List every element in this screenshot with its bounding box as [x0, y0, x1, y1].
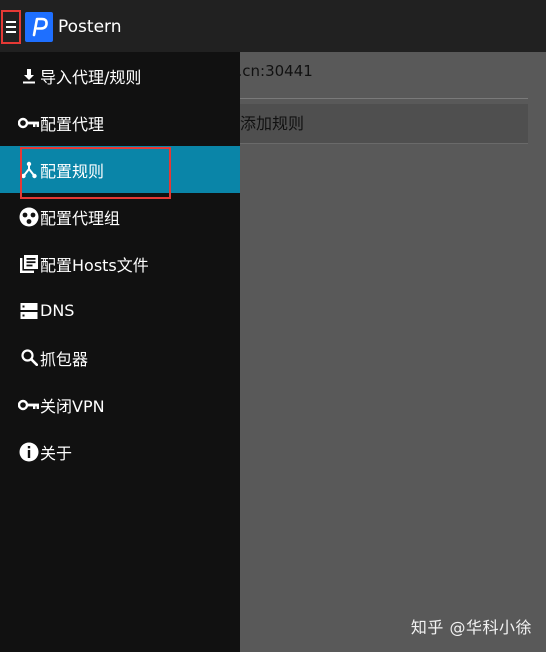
drawer-item-label: 关闭VPN — [40, 396, 105, 416]
drawer-item-label: 配置代理组 — [40, 208, 121, 228]
navigation-drawer: 导入代理/规则 配置代理 配置规则 配置代理组 配置Hosts文件 DNS 抓包… — [0, 52, 240, 652]
key-icon — [18, 112, 40, 134]
add-rule-button[interactable]: 添加规则 — [240, 104, 528, 144]
drawer-item-config-proxy-group[interactable]: 配置代理组 — [0, 193, 240, 240]
drawer-item-label: 配置代理 — [40, 114, 105, 134]
drawer-item-packet-capture[interactable]: 抓包器 — [0, 334, 240, 381]
drawer-item-label: 抓包器 — [40, 349, 89, 369]
drawer-item-label: 关于 — [40, 443, 73, 463]
hamburger-menu-icon — [6, 20, 16, 34]
server-address: p.cn:30441 — [240, 62, 540, 80]
app-screen: Postern p.cn:30441 添加规则 知乎 @华科小徐 导入代理/规则 — [0, 0, 546, 652]
app-title: Postern — [58, 17, 122, 37]
server-address-text: p.cn:30441 — [240, 62, 313, 80]
app-toolbar: Postern — [0, 0, 546, 52]
group-icon — [18, 206, 40, 228]
files-icon — [18, 253, 40, 275]
fork-icon — [18, 159, 40, 181]
drawer-item-config-rules[interactable]: 配置规则 — [0, 146, 240, 199]
download-icon — [18, 65, 40, 87]
drawer-item-about[interactable]: 关于 — [0, 428, 240, 475]
dns-server-icon — [18, 300, 40, 322]
search-icon — [18, 347, 40, 369]
drawer-item-label: DNS — [40, 301, 75, 320]
menu-button[interactable] — [1, 10, 21, 44]
key-icon — [18, 394, 40, 416]
watermark: 知乎 @华科小徐 — [410, 618, 532, 637]
info-icon — [18, 441, 40, 463]
drawer-item-label: 导入代理/规则 — [40, 67, 142, 87]
drawer-item-close-vpn[interactable]: 关闭VPN — [0, 381, 240, 428]
drawer-item-label: 配置Hosts文件 — [40, 255, 149, 275]
drawer-item-label: 配置规则 — [40, 161, 105, 181]
drawer-item-import[interactable]: 导入代理/规则 — [0, 52, 240, 99]
drawer-item-config-proxy[interactable]: 配置代理 — [0, 99, 240, 146]
drawer-item-config-hosts[interactable]: 配置Hosts文件 — [0, 240, 240, 287]
drawer-item-dns[interactable]: DNS — [0, 287, 240, 334]
main-content: p.cn:30441 添加规则 知乎 @华科小徐 — [240, 52, 546, 652]
postern-logo-icon — [25, 12, 53, 42]
divider — [240, 98, 528, 99]
